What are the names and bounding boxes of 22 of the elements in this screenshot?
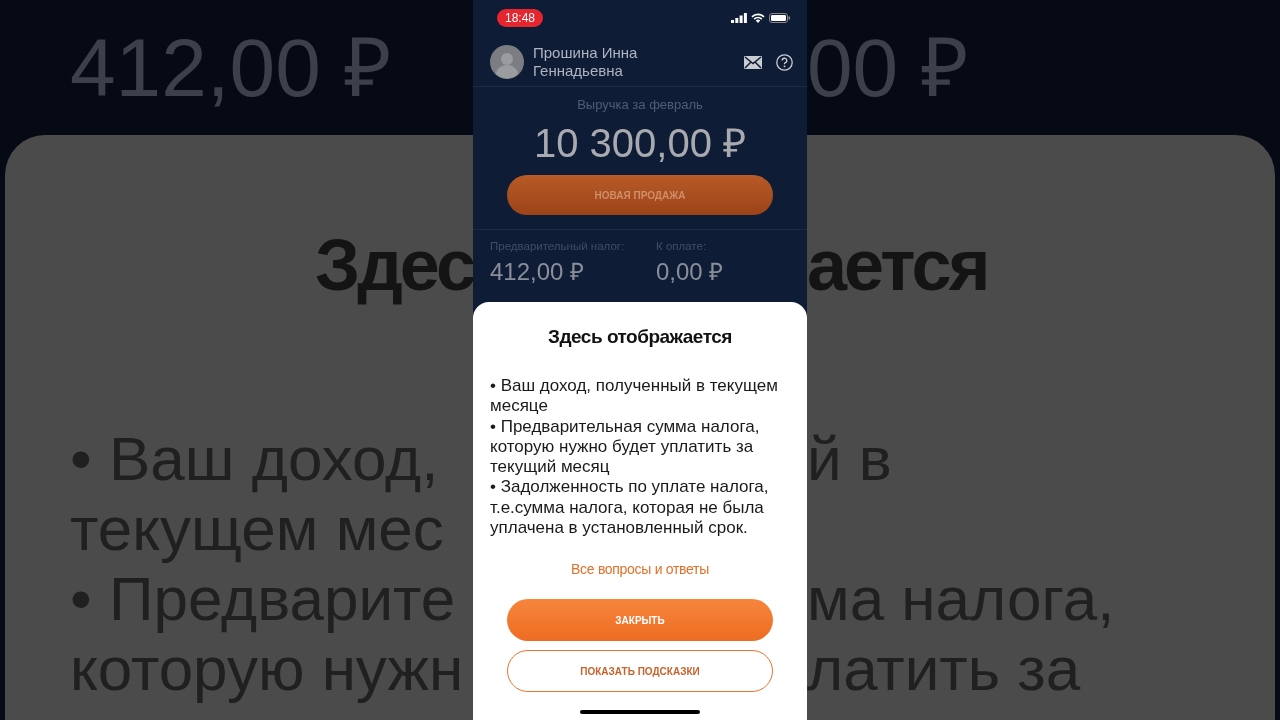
user-name: Прошина Инна Геннадьевна [533, 44, 639, 80]
faq-link[interactable]: Все вопросы и ответы [571, 561, 709, 578]
signal-icon [731, 13, 747, 23]
summary-value: 412,00 ₽ [490, 257, 586, 287]
new-sale-button[interactable]: НОВАЯ ПРОДАЖА [507, 175, 773, 215]
sheet-title: Здесь отображается [548, 326, 732, 348]
help-icon[interactable] [776, 53, 793, 71]
summary-value: 0,00 ₽ [656, 257, 725, 287]
wifi-icon [751, 13, 765, 23]
info-paragraph: • Предварительная сумма налога, которую нужно будет уплатить за текущий месяц [490, 416, 761, 478]
close-button[interactable]: ЗАКРЫТЬ [507, 599, 773, 642]
info-paragraph: • Задолженность по уплате налога, т.е.сумма налога, которая не была уплачена в установленный срок. [490, 477, 770, 539]
avatar-icon[interactable] [490, 45, 524, 79]
clock-time: 18:48 [497, 9, 544, 27]
revenue-amount: 10 300,00 ₽ [533, 120, 747, 166]
battery-icon [769, 13, 791, 23]
revenue-label: Выручка за февраль [577, 97, 703, 112]
heading-text: ается [807, 224, 989, 307]
envelope-icon[interactable] [744, 55, 762, 69]
info-paragraph: • Ваш доход, полученный в текущем месяце [490, 376, 779, 417]
show-tips-button[interactable]: ПОКАЗАТЬ ПОДСКАЗКИ [507, 650, 773, 693]
heading-text: Здес [314, 224, 473, 307]
